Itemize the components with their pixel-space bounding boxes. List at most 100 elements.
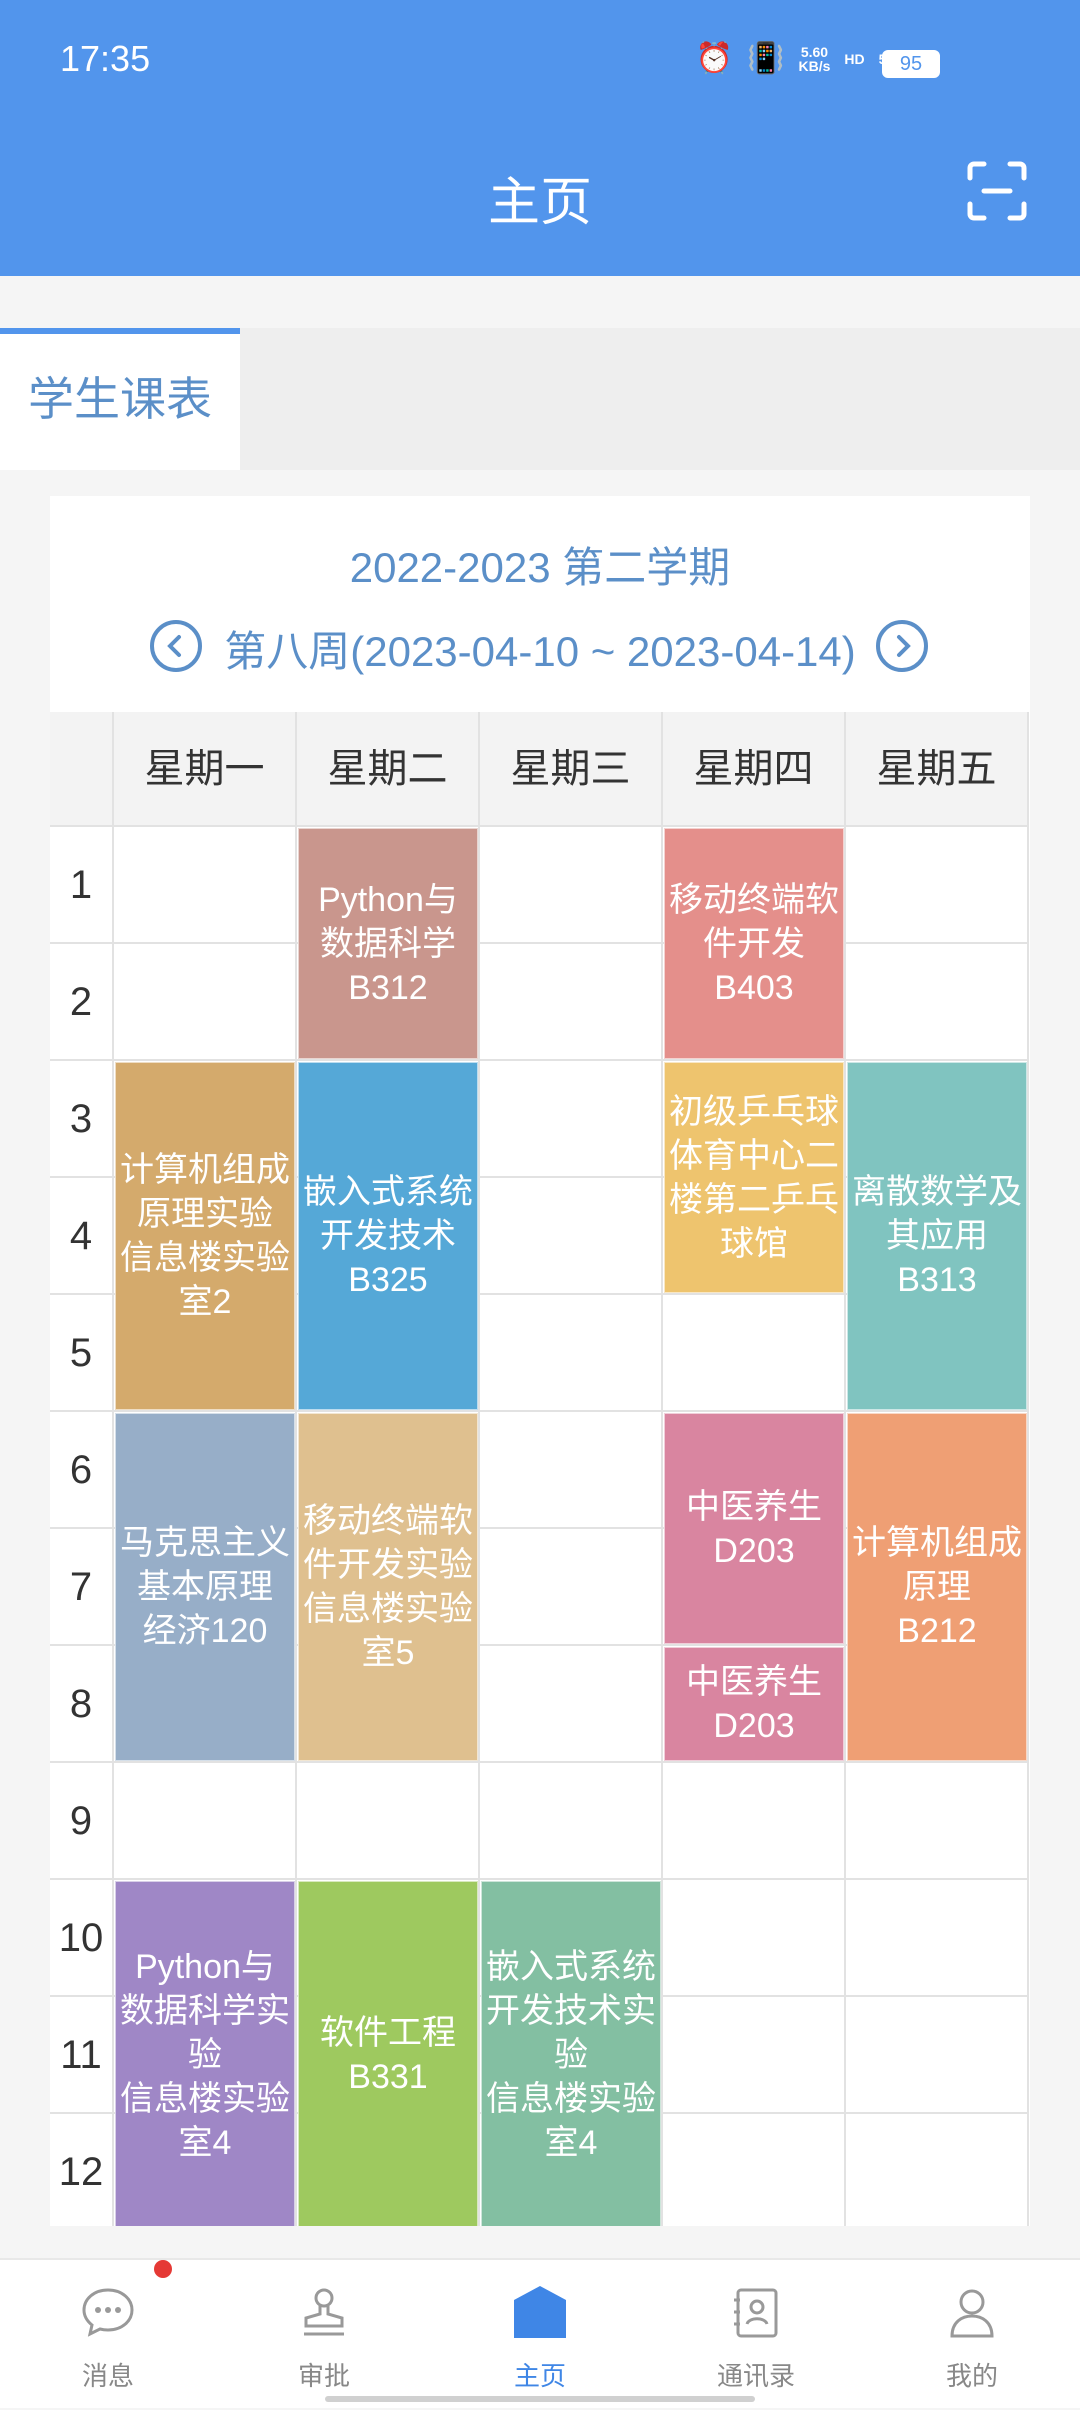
timetable-cell[interactable] — [480, 1529, 663, 1646]
nav-label: 通讯录 — [716, 2361, 795, 2391]
course-text: 验 — [554, 2036, 588, 2074]
course-text: 信息楼实验 — [120, 2080, 290, 2118]
nav-label: 我的 — [945, 2361, 998, 2391]
timetable-cell[interactable] — [480, 1061, 663, 1178]
timetable-cell[interactable] — [480, 1763, 663, 1880]
timetable-cell[interactable] — [846, 1997, 1029, 2114]
course-text: 离散数学及 — [852, 1173, 1022, 1211]
course-text: 经济120 — [142, 1612, 268, 1650]
timetable-cell[interactable] — [663, 2114, 846, 2226]
timetable-cell[interactable] — [114, 944, 297, 1061]
course-text: 体育中心二 — [669, 1136, 839, 1175]
course-block[interactable]: 中医养生 D203 — [664, 1413, 844, 1644]
timetable-cell[interactable] — [663, 1997, 846, 2114]
course-text: 初级乒乓球 — [669, 1092, 839, 1131]
course-text: 件开发 — [703, 924, 805, 963]
home-indicator — [325, 2396, 755, 2402]
course-block[interactable]: Python与 数据科学 B312 — [298, 828, 478, 1059]
period-label: 3 — [50, 1061, 114, 1178]
timetable-cell[interactable] — [846, 1880, 1029, 1997]
period-label: 6 — [50, 1412, 114, 1529]
timetable-cell[interactable] — [846, 1763, 1029, 1880]
day-header: 星期三 — [480, 712, 663, 827]
tab-student-schedule[interactable]: 学生课表 — [0, 328, 240, 470]
day-header: 星期五 — [846, 712, 1029, 827]
day-header: 星期一 — [114, 712, 297, 827]
day-header: 星期四 — [663, 712, 846, 827]
course-text: 马克思主义 — [120, 1524, 290, 1562]
notification-badge — [154, 2260, 172, 2278]
course-text: 室2 — [178, 1283, 232, 1321]
course-block[interactable]: 初级乒乓球 体育中心二 楼第二乒乓 球馆 — [664, 1062, 844, 1293]
course-block[interactable]: 移动终端软 件开发实验 信息楼实验 室5 — [298, 1413, 478, 1761]
course-text: 信息楼实验 — [303, 1590, 473, 1628]
course-text: B312 — [348, 968, 428, 1007]
timetable-cell[interactable] — [297, 1763, 480, 1880]
course-text: 室4 — [544, 2124, 598, 2162]
period-label: 11 — [50, 1997, 114, 2114]
course-text: 基本原理 — [137, 1568, 273, 1606]
period-label: 9 — [50, 1763, 114, 1880]
timetable-cell[interactable] — [846, 827, 1029, 944]
timetable-cell[interactable] — [663, 1880, 846, 1997]
nav-item-user[interactable]: 我的 — [864, 2260, 1080, 2410]
course-text: 原理 — [903, 1568, 971, 1606]
period-label: 7 — [50, 1529, 114, 1646]
course-block[interactable]: 中医养生 D203 — [664, 1647, 844, 1761]
next-week-button[interactable] — [876, 620, 928, 672]
course-text: 中医养生 — [686, 1487, 822, 1526]
course-text: D203 — [713, 1707, 795, 1745]
course-text: 数据科学 — [320, 924, 456, 963]
timetable-cell[interactable] — [114, 827, 297, 944]
course-text: 嵌入式系统 — [486, 1948, 656, 1986]
page-title: 主页 — [487, 174, 592, 232]
nav-item-home[interactable]: 主页 — [432, 2260, 648, 2410]
course-text: 件开发实验 — [303, 1546, 473, 1584]
period-label: 8 — [50, 1646, 114, 1763]
timetable-cell[interactable] — [480, 1646, 663, 1763]
course-text: 信息楼实验 — [120, 1239, 290, 1277]
nav-item-stamp[interactable]: 审批 — [216, 2260, 432, 2410]
timetable-cell[interactable] — [480, 1412, 663, 1529]
course-text: 验 — [188, 2036, 222, 2074]
timetable-cell[interactable] — [846, 944, 1029, 1061]
nav-item-message[interactable]: 消息 — [0, 2260, 216, 2410]
chevron-right-icon — [897, 635, 911, 657]
timetable-cell[interactable] — [480, 1178, 663, 1295]
period-label: 10 — [50, 1880, 114, 1997]
period-label: 2 — [50, 944, 114, 1061]
scan-icon[interactable] — [966, 160, 1028, 222]
timetable-cell[interactable] — [480, 1295, 663, 1412]
course-block[interactable]: Python与 数据科学实验信息楼实验 室4 — [115, 1881, 295, 2226]
timetable-cell[interactable] — [663, 1763, 846, 1880]
bottom-nav: 消息 审批 主页 通讯录 我的 — [0, 2258, 1080, 2408]
course-text: B331 — [348, 2058, 428, 2096]
course-text: 数据科学实 — [120, 1992, 290, 2030]
course-block[interactable]: 马克思主义基本原理经济120 — [115, 1413, 295, 1761]
course-text: 开发技术 — [320, 1217, 456, 1255]
timetable-cell[interactable] — [480, 944, 663, 1061]
course-text: 原理实验 — [137, 1195, 273, 1233]
timetable-cell[interactable] — [663, 1295, 846, 1412]
course-text: 其应用 — [886, 1217, 988, 1255]
timetable-cell[interactable] — [846, 2114, 1029, 2226]
course-text: 楼第二乒乓 — [669, 1180, 839, 1219]
course-text: 室5 — [361, 1634, 415, 1672]
course-text: Python与 — [135, 1948, 275, 1986]
vibrate-icon: 📳 — [747, 42, 785, 75]
course-block[interactable]: 移动终端软 件开发 B403 — [664, 828, 844, 1059]
course-block[interactable]: 嵌入式系统 开发技术 B325 — [298, 1062, 478, 1410]
course-text: 计算机组成 — [120, 1151, 290, 1189]
course-block[interactable]: 计算机组成 原理 B212 — [847, 1413, 1027, 1761]
period-label: 4 — [50, 1178, 114, 1295]
course-block[interactable]: 计算机组成原理实验信息楼实验室2 — [115, 1062, 295, 1410]
period-label: 5 — [50, 1295, 114, 1412]
timetable-cell[interactable] — [480, 827, 663, 944]
course-text: 嵌入式系统 — [303, 1173, 473, 1211]
timetable-cell[interactable] — [114, 1763, 297, 1880]
nav-item-contacts[interactable]: 通讯录 — [648, 2260, 864, 2410]
course-block[interactable]: 离散数学及 其应用 B313 — [847, 1062, 1027, 1410]
course-block[interactable]: 软件工程 B331 — [298, 1881, 478, 2226]
status-time: 17:35 — [60, 38, 151, 79]
course-block[interactable]: 嵌入式系统 开发技术实验信息楼实验 室4 — [481, 1881, 661, 2226]
